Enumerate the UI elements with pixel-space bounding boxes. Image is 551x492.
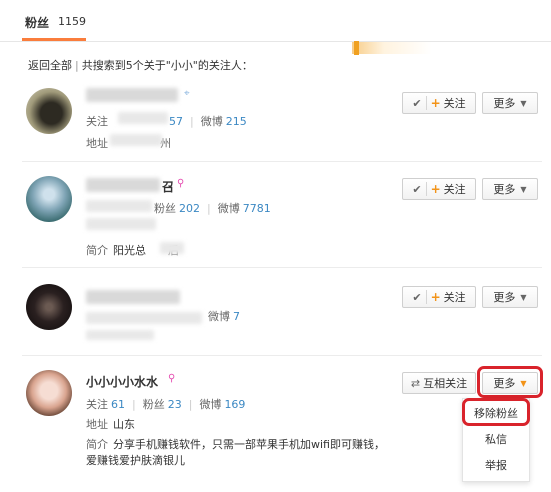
highlight-ring-remove [462,398,530,426]
plus-icon: + [430,182,441,196]
decorative-banner-fragment [352,42,432,54]
search-result-text: 共搜索到5个关于"小小"的关注人： [81,59,253,72]
menu-item-report[interactable]: 举报 [463,453,529,477]
follow-button[interactable]: ✔ + 关注 [402,286,476,308]
member-icon: ⚲ [177,178,185,189]
user-stats: 粉丝 202 | 微博 7781 [154,202,271,215]
avatar[interactable] [26,284,72,330]
mutual-follow-label: 互相关注 [423,377,468,390]
check-icon: ✔ [412,290,422,304]
obscured-line [86,218,156,230]
stat-label: 微博 [217,202,240,215]
obscured-stat [86,312,202,324]
caret-down-icon: ▼ [520,292,527,302]
stat-value[interactable]: 215 [226,115,247,128]
obscured-bio [160,242,184,254]
follow-label: 关注 [443,291,466,304]
obscured-stat [86,200,152,212]
obscured-address [110,134,162,146]
more-label: 更多 [493,291,516,304]
mutual-follow-button[interactable]: ⇄ 互相关注 [402,372,476,394]
check-icon: ✔ [412,96,422,110]
plus-icon: + [430,290,441,304]
follow-button[interactable]: ✔ + 关注 [402,92,476,114]
more-label: 更多 [493,97,516,110]
stat-label: 粉丝 [154,202,176,215]
follow-label: 关注 [443,97,466,110]
more-button[interactable]: 更多 ▼ [482,178,538,200]
bio-value: 分享手机赚钱软件，只需一部苹果手机加wifi即可赚钱， [113,438,385,451]
caret-down-icon: ▼ [520,184,527,194]
fans-count: 1159 [58,15,86,28]
bio-value-continued: 爱赚钱爱护肤滴银儿 [86,454,185,467]
address-label: 地址 [86,137,108,150]
member-icon: ⚲ [168,373,176,384]
address-line: 地址 山东 [86,416,135,432]
user-stats: 关注 61 | 粉丝 23 | 微博 169 [86,398,246,411]
follow-label: 关注 [443,183,466,196]
stat-value[interactable]: 23 [168,398,182,411]
stat-value[interactable]: 7781 [243,202,271,215]
check-icon: ✔ [412,182,422,196]
tab-fans[interactable]: 粉丝 [25,14,49,31]
obscured-name [86,178,160,192]
stat-label: 粉丝 [142,398,165,411]
separator: | [75,59,79,72]
stat-value[interactable]: 61 [111,398,125,411]
stat-label: 微博 [199,398,222,411]
bio-label: 简介 [86,244,108,257]
plus-icon: + [430,96,441,110]
more-button[interactable]: 更多 ▼ [482,286,538,308]
user-stats: 关注 57 | 微博 215 [86,115,247,128]
decorative-marker [354,41,359,55]
user-stats: 微博 7 [208,308,240,324]
address-label: 地址 [86,418,108,431]
more-button[interactable]: 更多 ▼ [482,92,538,114]
tab-active-underline [22,38,86,41]
stat-label: 关注 [86,398,108,411]
address-value: 山东 [113,418,135,431]
fan-list-item: 微博 7 ✔ + 关注 更多 ▼ [22,268,542,356]
search-result-bar: 返回全部 | 共搜索到5个关于"小小"的关注人： [28,57,253,73]
bio-label: 简介 [86,438,108,451]
verified-icon: ⌖ [184,88,190,99]
avatar[interactable] [26,370,72,416]
name-fragment: 召 [162,180,175,194]
caret-down-icon: ▼ [520,98,527,108]
obscured-name [86,88,178,102]
obscured-line [86,330,154,340]
user-name[interactable]: 小小小小水水 [86,373,158,390]
menu-item-private-message[interactable]: 私信 [463,427,529,451]
obscured-name [86,290,180,304]
stat-value[interactable]: 57 [169,115,183,128]
tab-bar: 粉丝 1159 [0,0,551,42]
stat-value[interactable]: 169 [224,398,245,411]
stat-value[interactable]: 7 [233,310,240,323]
stat-value[interactable]: 202 [179,202,200,215]
stat-label: 微博 [200,115,223,128]
bio-value: 阳光总 [113,244,146,257]
follow-button[interactable]: ✔ + 关注 [402,178,476,200]
fan-list-item: ⌖ 关注 57 | 微博 215 地址州 ✔ + 关注 更多 ▼ [22,80,542,162]
bio-line: 简介 分享手机赚钱软件，只需一部苹果手机加wifi即可赚钱， [86,436,385,452]
stat-label: 关注 [86,115,108,128]
bio-line-2: 爱赚钱爱护肤滴银儿 [86,452,185,468]
fan-list-item: 召 ⚲ 粉丝202|微博7781 简介阳光总后 ✔+关注 更多▼ [22,162,542,268]
back-to-all-link[interactable]: 返回全部 [28,59,72,72]
swap-arrows-icon: ⇄ [410,376,421,390]
stat-label: 微博 [208,310,230,323]
avatar[interactable] [26,88,72,134]
highlight-ring-more [477,366,543,398]
more-label: 更多 [493,183,516,196]
avatar[interactable] [26,176,72,222]
